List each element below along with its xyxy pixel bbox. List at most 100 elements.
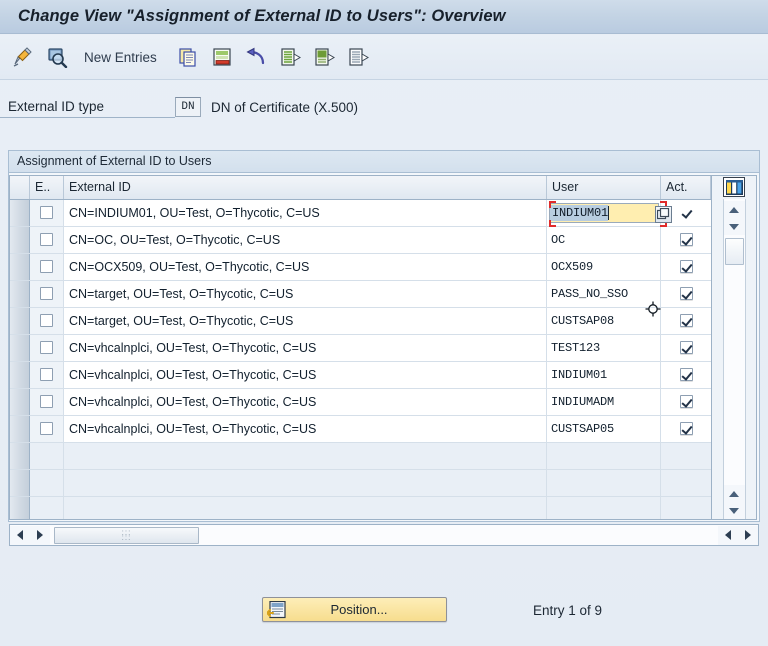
table-row-empty[interactable] [10,443,711,470]
cell-user[interactable]: PASS_NO_SSO [547,281,661,307]
value-help-icon[interactable] [655,206,672,223]
row-flag-empty[interactable] [30,443,64,469]
cell-external-id-empty[interactable] [64,470,547,496]
position-button[interactable]: Position... [262,597,447,622]
table-row[interactable]: CN=OCX509, OU=Test, O=Thycotic, C=USOCX5… [10,254,711,281]
row-selector[interactable] [10,200,30,226]
table-row[interactable]: CN=vhcalnplci, OU=Test, O=Thycotic, C=US… [10,335,711,362]
display-change-pencil-icon[interactable] [10,44,36,70]
row-selector[interactable] [10,281,30,307]
row-flag-empty[interactable] [30,497,64,519]
cell-act-checkbox[interactable] [661,227,711,253]
cell-external-id[interactable]: CN=INDIUM01, OU=Test, O=Thycotic, C=US [64,200,547,226]
row-selector[interactable] [10,227,30,253]
deselect-all-icon[interactable] [345,44,371,70]
row-flag-checkbox[interactable] [30,200,64,226]
row-selector[interactable] [10,416,30,442]
cell-act-checkbox[interactable] [661,362,711,388]
scroll-up-arrow-icon[interactable] [724,201,745,218]
cell-act-checkbox[interactable] [661,254,711,280]
row-selector[interactable] [10,389,30,415]
copy-as-icon[interactable] [175,44,201,70]
table-row[interactable]: CN=vhcalnplci, OU=Test, O=Thycotic, C=US… [10,362,711,389]
row-selector[interactable] [10,470,30,496]
row-flag-checkbox[interactable] [30,254,64,280]
external-id-type-code[interactable]: DN [175,97,201,117]
column-header-select[interactable] [10,176,30,199]
row-flag-checkbox[interactable] [30,362,64,388]
cell-act-checkbox[interactable] [661,389,711,415]
column-header-external-id[interactable]: External ID [64,176,547,199]
cell-act-checkbox[interactable] [661,335,711,361]
scroll-page-down-arrow-icon[interactable] [724,502,745,519]
scroll-far-right-arrow-icon[interactable] [738,526,758,545]
horizontal-scrollbar[interactable]: :::::: [9,524,759,546]
cell-act-checkbox[interactable] [661,281,711,307]
cell-external-id[interactable]: CN=vhcalnplci, OU=Test, O=Thycotic, C=US [64,389,547,415]
cell-act-empty[interactable] [661,470,711,496]
scroll-page-up-arrow-icon[interactable] [724,485,745,502]
row-selector[interactable] [10,308,30,334]
row-flag-checkbox[interactable] [30,308,64,334]
scroll-down-arrow-icon[interactable] [724,218,745,235]
row-flag-empty[interactable] [30,470,64,496]
cell-act-checkbox[interactable] [661,308,711,334]
column-header-flag[interactable]: E.. [30,176,64,199]
row-flag-checkbox[interactable] [30,281,64,307]
cell-external-id[interactable]: CN=OCX509, OU=Test, O=Thycotic, C=US [64,254,547,280]
delete-row-icon[interactable] [209,44,235,70]
table-row[interactable]: CN=vhcalnplci, OU=Test, O=Thycotic, C=US… [10,389,711,416]
cell-external-id-empty[interactable] [64,497,547,519]
table-row[interactable]: CN=OC, OU=Test, O=Thycotic, C=USOC [10,227,711,254]
cell-external-id[interactable]: CN=vhcalnplci, OU=Test, O=Thycotic, C=US [64,416,547,442]
cell-user[interactable]: INDIUM01 [547,200,661,226]
scroll-left-arrow-icon[interactable] [10,526,30,545]
column-header-user[interactable]: User [547,176,661,199]
cell-user[interactable]: OCX509 [547,254,661,280]
scroll-right-arrow-icon[interactable] [30,526,50,545]
cell-user[interactable]: CUSTSAP08 [547,308,661,334]
table-row[interactable]: CN=vhcalnplci, OU=Test, O=Thycotic, C=US… [10,416,711,443]
cell-user[interactable]: OC [547,227,661,253]
check-entries-magnifier-icon[interactable] [44,44,70,70]
select-all-icon[interactable] [277,44,303,70]
table-row[interactable]: CN=target, OU=Test, O=Thycotic, C=USCUST… [10,308,711,335]
table-row-empty[interactable] [10,497,711,519]
column-header-act[interactable]: Act. [661,176,711,199]
undo-icon[interactable] [243,44,269,70]
cell-user-empty[interactable] [547,470,661,496]
row-selector[interactable] [10,335,30,361]
cell-act-empty[interactable] [661,497,711,519]
horizontal-scrollbar-thumb[interactable]: :::::: [54,527,199,544]
select-block-icon[interactable] [311,44,337,70]
row-flag-checkbox[interactable] [30,389,64,415]
cell-act-empty[interactable] [661,443,711,469]
row-selector[interactable] [10,443,30,469]
vertical-scrollbar[interactable] [723,199,746,519]
row-selector[interactable] [10,497,30,519]
cell-external-id[interactable]: CN=target, OU=Test, O=Thycotic, C=US [64,308,547,334]
table-settings-icon[interactable] [723,177,745,197]
cell-act-checkbox[interactable] [661,416,711,442]
cell-external-id[interactable]: CN=target, OU=Test, O=Thycotic, C=US [64,281,547,307]
vertical-scrollbar-thumb[interactable] [725,238,744,265]
scroll-far-left-arrow-icon[interactable] [718,526,738,545]
cell-external-id[interactable]: CN=vhcalnplci, OU=Test, O=Thycotic, C=US [64,362,547,388]
row-selector[interactable] [10,254,30,280]
table-row[interactable]: CN=INDIUM01, OU=Test, O=Thycotic, C=USIN… [10,200,711,227]
row-flag-checkbox[interactable] [30,416,64,442]
cell-external-id[interactable]: CN=OC, OU=Test, O=Thycotic, C=US [64,227,547,253]
table-row-empty[interactable] [10,470,711,497]
cell-user-empty[interactable] [547,497,661,519]
cell-external-id-empty[interactable] [64,443,547,469]
cell-external-id[interactable]: CN=vhcalnplci, OU=Test, O=Thycotic, C=US [64,335,547,361]
cell-user[interactable]: CUSTSAP05 [547,416,661,442]
table-row[interactable]: CN=target, OU=Test, O=Thycotic, C=USPASS… [10,281,711,308]
cell-user[interactable]: TEST123 [547,335,661,361]
cell-user-empty[interactable] [547,443,661,469]
user-input-focused[interactable]: INDIUM01 [549,203,659,223]
row-flag-checkbox[interactable] [30,335,64,361]
row-selector[interactable] [10,362,30,388]
cell-user[interactable]: INDIUMADM [547,389,661,415]
cell-user[interactable]: INDIUM01 [547,362,661,388]
